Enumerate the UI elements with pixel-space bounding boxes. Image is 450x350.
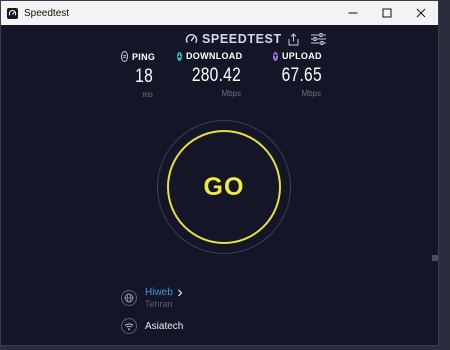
download-metric: DOWNLOAD 280.42 Mbps (177, 51, 243, 98)
minimize-icon (348, 12, 358, 14)
globe-icon (121, 290, 137, 306)
speedometer-logo-icon (185, 33, 198, 43)
ping-value: 18 (135, 66, 153, 87)
go-button[interactable]: GO (167, 130, 281, 244)
header: SPEEDTEST (1, 31, 438, 47)
share-button[interactable] (286, 31, 300, 47)
go-area: GO (157, 120, 291, 254)
title-bar: Speedtest (1, 1, 438, 25)
share-icon (288, 32, 298, 45)
chevron-right-icon (177, 289, 183, 296)
upload-icon (273, 51, 278, 61)
close-button[interactable] (404, 1, 438, 25)
isp-location: Tehran (145, 299, 173, 309)
upload-unit: Mbps (301, 89, 321, 98)
settings-sliders-icon (310, 33, 326, 45)
isp-info: Hiweb Tehran (145, 287, 184, 309)
wifi-icon (121, 318, 137, 334)
ping-unit: ms (142, 90, 153, 99)
upload-label: UPLOAD (282, 51, 322, 61)
download-label: DOWNLOAD (186, 51, 243, 61)
host-name: Asiatech (145, 320, 184, 332)
ping-label: PING (132, 51, 156, 62)
app-logo-icon (7, 7, 18, 19)
resize-grip[interactable] (432, 255, 438, 261)
upload-value: 67.65 (281, 65, 322, 86)
window-title: Speedtest (24, 7, 70, 19)
upload-metric: UPLOAD 67.65 Mbps (273, 51, 322, 98)
window-controls (336, 1, 438, 25)
settings-button[interactable] (310, 31, 326, 47)
maximize-button[interactable] (370, 1, 404, 25)
download-icon (177, 51, 182, 61)
download-value: 280.42 (191, 65, 241, 86)
speedtest-window: Speedtest SPEEDTEST PING 18 ms DOWNLOAD … (0, 0, 439, 346)
minimize-button[interactable] (336, 1, 370, 25)
maximize-icon (382, 8, 392, 18)
isp-row[interactable]: Hiweb Tehran (121, 287, 184, 309)
brand-logo: SPEEDTEST (185, 32, 282, 46)
brand-name: SPEEDTEST (202, 32, 282, 46)
host-row[interactable]: Asiatech (121, 318, 183, 334)
isp-name[interactable]: Hiweb (145, 287, 173, 298)
download-unit: Mbps (221, 89, 241, 98)
ping-metric: PING 18 ms (121, 51, 156, 99)
ping-icon (121, 51, 128, 62)
close-icon (416, 8, 426, 18)
